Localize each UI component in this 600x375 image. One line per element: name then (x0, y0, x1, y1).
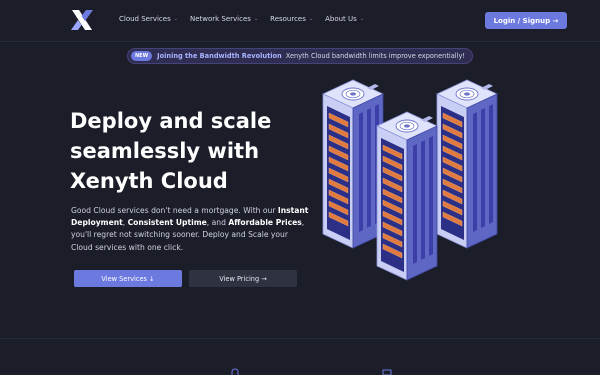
affordable-prices-text: Affordable Prices (228, 218, 302, 228)
view-services-button[interactable]: View Services ↓ (74, 270, 182, 287)
consistent-uptime-text: Consistent Uptime (127, 218, 207, 228)
nav-resources[interactable]: Resources ⌄ (270, 15, 313, 23)
chevron-down-icon: ⌄ (359, 16, 364, 22)
login-signup-button[interactable]: Login / Signup → (485, 12, 567, 29)
nav-cloud-services[interactable]: Cloud Services ⌄ (119, 15, 178, 23)
top-navbar: Cloud Services ⌄ Network Services ⌄ Reso… (0, 0, 600, 42)
view-pricing-button[interactable]: View Pricing → (189, 270, 297, 287)
hero-description: Good Cloud services don't need a mortgag… (71, 205, 311, 254)
nav-network-services[interactable]: Network Services ⌄ (190, 15, 258, 23)
announcement-banner[interactable]: NEW Joining the Bandwidth Revolution Xen… (127, 48, 473, 64)
chevron-down-icon: ⌄ (253, 16, 259, 22)
announcement-text: Xenyth Cloud bandwidth limits improve ex… (285, 52, 466, 60)
chevron-down-icon: ⌄ (308, 16, 314, 22)
nav-network-services-label: Network Services (189, 15, 251, 23)
server-rack-3 (376, 111, 438, 281)
section-divider (0, 338, 600, 339)
xenyth-logo-icon[interactable] (70, 9, 94, 31)
chevron-down-icon: ⌄ (173, 16, 178, 22)
server-icon (382, 369, 392, 375)
nav-resources-label: Resources (270, 15, 306, 23)
nav-links: Cloud Services ⌄ Network Services ⌄ Reso… (119, 15, 376, 23)
announcement-title: Joining the Bandwidth Revolution (157, 52, 282, 60)
server-rack-1 (322, 79, 384, 249)
server-racks-illustration (322, 79, 498, 281)
cloud-icon (231, 368, 239, 375)
nav-about-us[interactable]: About Us ⌄ (325, 15, 364, 23)
nav-about-us-label: About Us (325, 15, 357, 23)
new-badge: NEW (131, 51, 153, 61)
hero-title: Deploy and scale seamlessly with Xenyth … (70, 109, 272, 193)
hero-desc-part: , and (206, 218, 229, 228)
nav-cloud-services-label: Cloud Services (119, 15, 171, 23)
hero-desc-part: Good Cloud services don't need a mortgag… (71, 206, 278, 215)
server-rack-2 (436, 79, 498, 249)
